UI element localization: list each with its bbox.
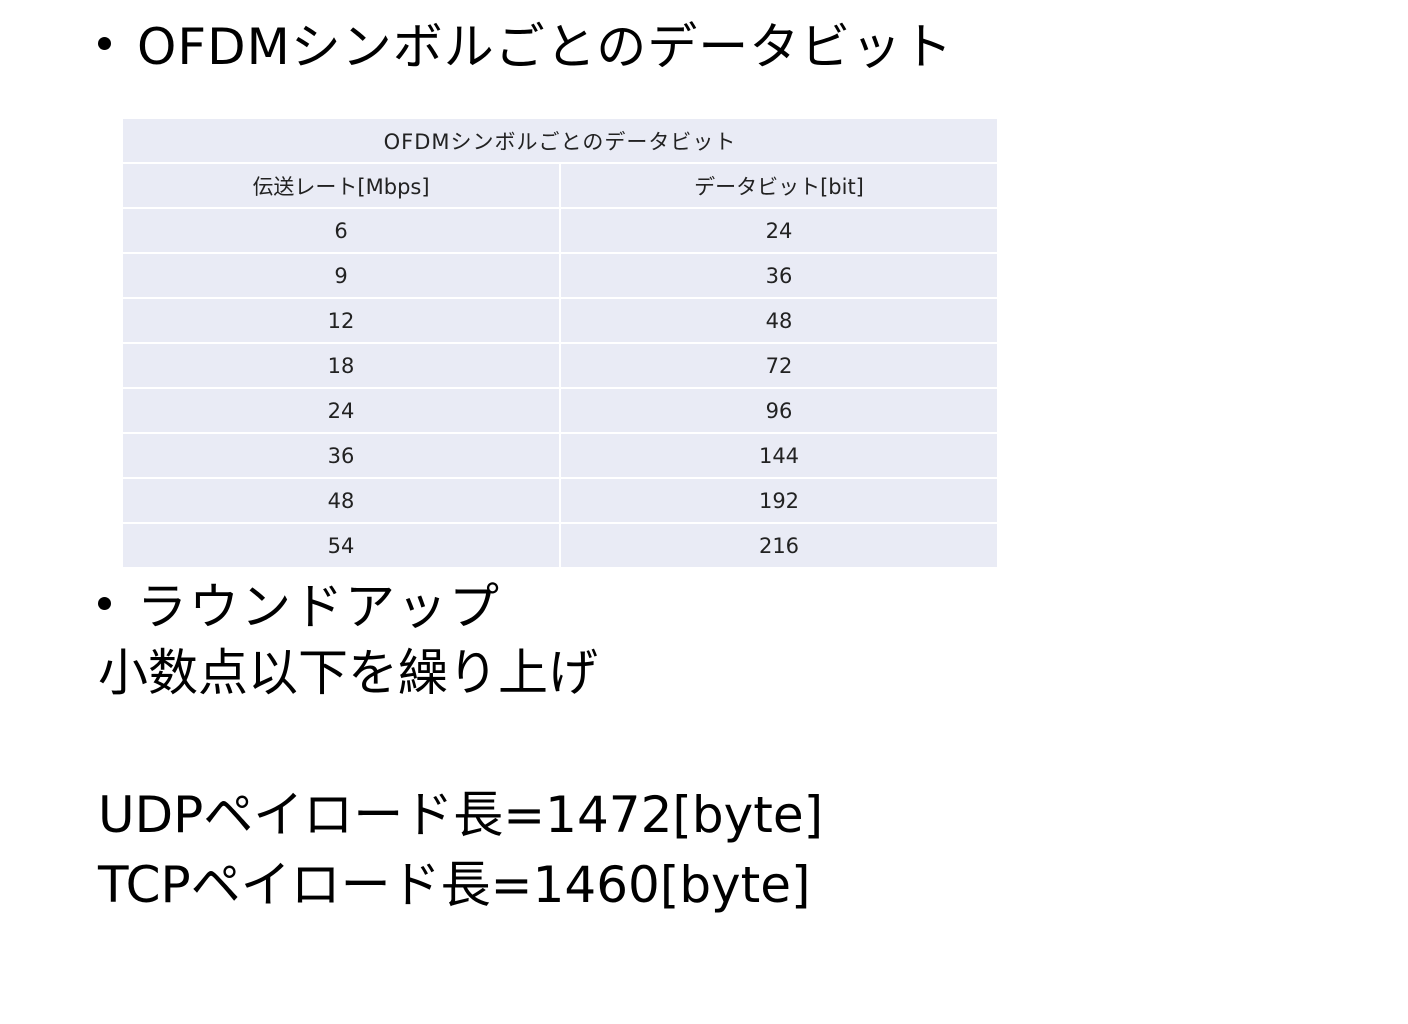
table-header-row: 伝送レート[Mbps] データビット[bit] <box>123 162 997 209</box>
bits-cell: 144 <box>559 432 997 479</box>
roundup-description: 小数点以下を繰り上げ <box>98 644 598 702</box>
tcp-payload-length: TCPペイロード長=1460[byte] <box>98 856 811 914</box>
table-row: 24 96 <box>123 387 997 434</box>
bits-cell: 36 <box>559 252 997 299</box>
table-caption-row: OFDMシンボルごとのデータビット <box>123 119 997 164</box>
bits-cell: 72 <box>559 342 997 389</box>
bits-cell: 96 <box>559 387 997 434</box>
table-row: 6 24 <box>123 207 997 254</box>
table-row: 36 144 <box>123 432 997 479</box>
bits-cell: 192 <box>559 477 997 524</box>
table-caption: OFDMシンボルごとのデータビット <box>123 119 997 164</box>
heading-bullet-text: OFDMシンボルごとのデータビット <box>137 18 954 76</box>
bits-cell: 24 <box>559 207 997 254</box>
rate-cell: 24 <box>123 387 561 434</box>
bits-cell: 48 <box>559 297 997 344</box>
roundup-bullet: ラウンドアップ <box>98 572 501 636</box>
rate-cell: 6 <box>123 207 561 254</box>
heading-bullet: OFDMシンボルごとのデータビット <box>98 12 953 76</box>
udp-payload-length: UDPペイロード長=1472[byte] <box>98 786 824 844</box>
bullet-icon <box>98 36 111 50</box>
column-header-bits: データビット[bit] <box>559 162 997 209</box>
rate-cell: 48 <box>123 477 561 524</box>
table-row: 9 36 <box>123 252 997 299</box>
table-row: 48 192 <box>123 477 997 524</box>
roundup-bullet-text: ラウンドアップ <box>137 578 501 636</box>
data-bits-table: OFDMシンボルごとのデータビット 伝送レート[Mbps] データビット[bit… <box>123 119 997 567</box>
column-header-rate: 伝送レート[Mbps] <box>123 162 561 209</box>
rate-cell: 54 <box>123 522 561 567</box>
table-row: 12 48 <box>123 297 997 344</box>
rate-cell: 12 <box>123 297 561 344</box>
bits-cell: 216 <box>559 522 997 567</box>
rate-cell: 18 <box>123 342 561 389</box>
table-row: 18 72 <box>123 342 997 389</box>
rate-cell: 36 <box>123 432 561 479</box>
table-row: 54 216 <box>123 522 997 567</box>
rate-cell: 9 <box>123 252 561 299</box>
bullet-icon <box>98 596 111 610</box>
